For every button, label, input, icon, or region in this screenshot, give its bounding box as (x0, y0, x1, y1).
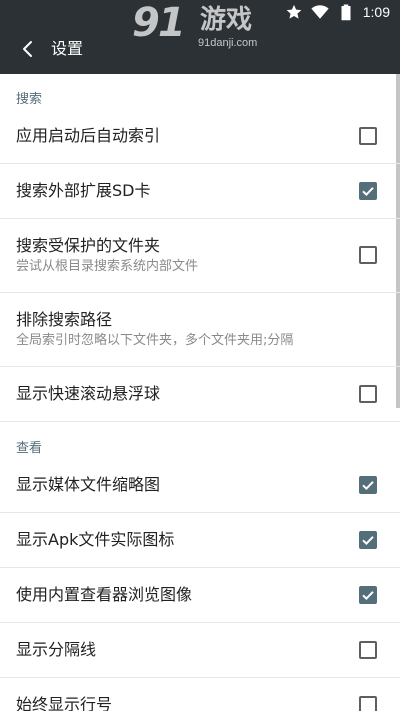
status-icons: 1:09 (285, 3, 390, 21)
battery-icon (341, 4, 351, 21)
setting-title: 搜索外部扩展SD卡 (16, 181, 151, 200)
category-header-search: 搜索 (16, 92, 43, 107)
setting-summary: 全局索引时忽略以下文件夹，多个文件夹用;分隔 (16, 333, 294, 348)
checkbox-checked[interactable] (359, 531, 377, 549)
checkbox-checked[interactable] (359, 182, 377, 200)
watermark-logo: 91 游戏 91danji.com (130, 0, 270, 54)
setting-title: 始终显示行号 (16, 695, 113, 711)
settings-list[interactable]: 搜索 应用启动后自动索引 搜索外部扩展SD卡 搜索受保护的文件夹 尝试从根目录搜… (0, 74, 400, 711)
watermark-url: 91danji.com (198, 37, 258, 49)
setting-search-sd-card[interactable]: 搜索外部扩展SD卡 (0, 164, 400, 219)
setting-line-numbers[interactable]: 始终显示行号 (0, 678, 400, 711)
back-button[interactable] (8, 29, 48, 69)
setting-title: 使用内置查看器浏览图像 (16, 585, 193, 604)
setting-title: 排除搜索路径 (16, 310, 113, 329)
setting-apk-icons[interactable]: 显示Apk文件实际图标 (0, 513, 400, 568)
checkbox-unchecked[interactable] (359, 385, 377, 403)
setting-title: 显示Apk文件实际图标 (16, 530, 175, 549)
checkbox-unchecked[interactable] (359, 127, 377, 145)
setting-exclude-paths[interactable]: 排除搜索路径 全局索引时忽略以下文件夹，多个文件夹用;分隔 (0, 293, 400, 367)
checkmark-icon (362, 187, 374, 197)
setting-title: 显示分隔线 (16, 640, 97, 659)
watermark-brand: 游戏 (200, 5, 253, 35)
setting-builtin-viewer[interactable]: 使用内置查看器浏览图像 (0, 568, 400, 623)
checkbox-checked[interactable] (359, 476, 377, 494)
setting-fast-scroll[interactable]: 显示快速滚动悬浮球 (0, 367, 400, 422)
checkbox-unchecked[interactable] (359, 696, 377, 711)
status-time: 1:09 (362, 4, 390, 20)
checkbox-checked[interactable] (359, 586, 377, 604)
back-arrow-icon (23, 41, 32, 57)
setting-title: 应用启动后自动索引 (16, 126, 161, 145)
checkmark-icon (362, 591, 374, 601)
setting-title: 显示快速滚动悬浮球 (16, 384, 161, 403)
wifi-icon (311, 5, 329, 19)
category-header-view: 查看 (16, 441, 43, 456)
checkbox-unchecked[interactable] (359, 641, 377, 659)
setting-title: 显示媒体文件缩略图 (16, 475, 161, 494)
setting-auto-index[interactable]: 应用启动后自动索引 (0, 109, 400, 164)
checkmark-icon (362, 536, 374, 546)
watermark-number: 91 (132, 0, 186, 46)
setting-show-dividers[interactable]: 显示分隔线 (0, 623, 400, 678)
page-title: 设置 (51, 39, 84, 58)
setting-title: 搜索受保护的文件夹 (16, 236, 161, 255)
checkbox-unchecked[interactable] (359, 246, 377, 264)
setting-summary: 尝试从根目录搜索系统内部文件 (16, 259, 199, 274)
star-icon (286, 4, 302, 19)
setting-media-thumbnails[interactable]: 显示媒体文件缩略图 (0, 458, 400, 513)
checkmark-icon (362, 481, 374, 491)
setting-search-protected[interactable]: 搜索受保护的文件夹 尝试从根目录搜索系统内部文件 (0, 219, 400, 293)
